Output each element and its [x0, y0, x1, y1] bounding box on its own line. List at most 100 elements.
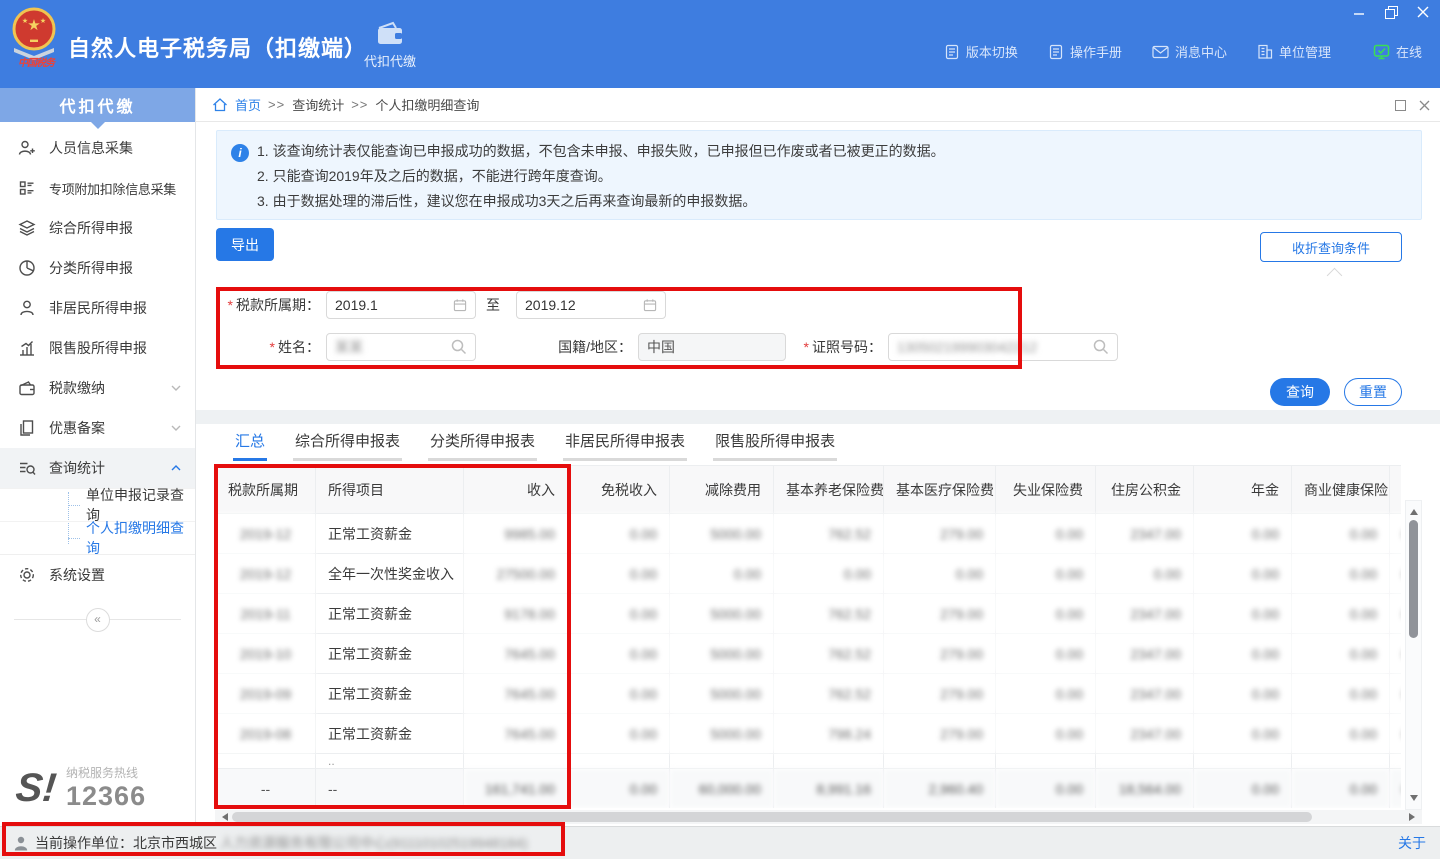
cell: 2347.00 — [1096, 514, 1194, 554]
menu-message-center[interactable]: 消息中心 — [1152, 42, 1227, 61]
tab-summary[interactable]: 汇总 — [233, 430, 267, 461]
table-row[interactable]: 2019-11正常工资薪金9178.000.005000.00762.52279… — [216, 594, 1402, 634]
column-header: 税 — [1390, 466, 1402, 514]
cell: 798.24 — [774, 714, 884, 754]
name-value-masked: 某某 — [335, 337, 451, 357]
export-button[interactable]: 导出 — [216, 228, 274, 261]
wallet-icon — [375, 21, 405, 47]
cell: 0.00 — [996, 769, 1096, 809]
menu-manual[interactable]: 操作手册 — [1048, 42, 1122, 61]
vertical-scroll-thumb[interactable] — [1409, 520, 1418, 638]
panel-maximize-icon[interactable] — [1395, 100, 1406, 111]
cell: 7645.00 — [464, 674, 568, 714]
section-divider — [196, 410, 1440, 424]
cell: -- — [316, 769, 464, 809]
sidebar-item-query-statistics[interactable]: 查询统计 — [0, 448, 195, 488]
sidebar-item-nonresident-income[interactable]: 非居民所得申报 — [0, 288, 195, 328]
cell: 279.00 — [884, 514, 996, 554]
name-label: *姓名： — [220, 337, 320, 357]
cell: 全年一次性奖金收入 — [316, 554, 464, 594]
chevron-down-icon — [171, 425, 181, 431]
panel-close-icon[interactable] — [1419, 100, 1430, 111]
cell: 7645.00 — [464, 634, 568, 674]
scroll-up-icon[interactable] — [1410, 505, 1418, 515]
sidebar-item-tax-payment[interactable]: 税款缴纳 — [0, 368, 195, 408]
table-row[interactable]: 2019-12全年一次性奖金收入27500.000.000.000.000.00… — [216, 554, 1402, 594]
cell: 0.00 — [1292, 514, 1390, 554]
calendar-icon[interactable] — [643, 298, 657, 312]
tab-nonresident-income-form[interactable]: 非居民所得申报表 — [563, 430, 687, 461]
hotline-caption: 纳税服务热线 — [66, 764, 146, 781]
notice-box: i 1. 该查询统计表仅能查询已申报成功的数据，不包含未申报、申报失败，已申报但… — [216, 130, 1422, 220]
search-button[interactable]: 查询 — [1270, 378, 1330, 406]
collapse-query-conditions-button[interactable]: 收折查询条件 — [1260, 232, 1402, 262]
breadcrumb-item: 查询统计 — [292, 95, 344, 114]
sidebar-item-personnel-info[interactable]: 人员信息采集 — [0, 128, 195, 168]
restore-button[interactable] — [1382, 4, 1400, 20]
sidebar-item-system-settings[interactable]: 系统设置 — [0, 554, 195, 595]
sidebar-subitem-unit-declaration-records[interactable]: 单位申报记录查询 — [0, 488, 195, 521]
sidebar-header: 代扣代缴 — [0, 88, 195, 122]
module-tab-label: 代扣代缴 — [364, 51, 416, 70]
table-row[interactable]: 2019-10正常工资薪金7645.000.005000.00762.52279… — [216, 634, 1402, 674]
current-unit-prefix: 北京市西城区 — [133, 833, 217, 853]
cell: 0.00 — [568, 674, 670, 714]
about-link[interactable]: 关于 — [1398, 833, 1426, 853]
menu-organization[interactable]: 单位管理 — [1257, 42, 1331, 61]
id-number-value-masked: 130502199903042212 — [897, 339, 1093, 355]
cell: 0 — [1390, 554, 1402, 594]
minimize-button[interactable] — [1350, 4, 1368, 20]
column-header: 基本医疗保险费 — [884, 466, 996, 514]
cell — [1292, 754, 1390, 769]
sidebar-item-preferential-filing[interactable]: 优惠备案 — [0, 408, 195, 448]
scroll-left-icon[interactable] — [218, 813, 228, 821]
tab-withholding-module[interactable]: 代扣代缴 — [348, 14, 432, 76]
window-controls — [1350, 4, 1432, 20]
period-to-input[interactable]: 2019.12 — [516, 291, 666, 319]
table-header-row: 税款所属期所得项目收入免税收入减除费用基本养老保险费基本医疗保险费失业保险费住房… — [216, 466, 1402, 514]
cell: 7645.00 — [464, 714, 568, 754]
tab-classified-income-form[interactable]: 分类所得申报表 — [428, 430, 537, 461]
breadcrumb-home[interactable]: 首页 — [235, 95, 261, 114]
horizontal-scrollbar[interactable] — [215, 810, 1422, 824]
cell: 2019-12 — [216, 554, 316, 594]
calendar-icon[interactable] — [453, 298, 467, 312]
sidebar-item-comprehensive-income[interactable]: 综合所得申报 — [0, 208, 195, 248]
menu-version-switch[interactable]: 版本切换 — [944, 42, 1018, 61]
current-unit-name-masked: 人力资源服务有限公司中心(91110102519948184) — [220, 833, 528, 853]
sidebar-collapse-button[interactable]: « — [86, 608, 110, 632]
tab-comprehensive-income-form[interactable]: 综合所得申报表 — [293, 430, 402, 461]
reset-button[interactable]: 重置 — [1344, 378, 1402, 406]
period-from-input[interactable]: 2019.1 — [326, 291, 476, 319]
notice-line: 1. 该查询统计表仅能查询已申报成功的数据，不包含未申报、申报失败，已申报但已作… — [257, 139, 1407, 164]
table-row[interactable]: 2019-12正常工资薪金9985.000.005000.00762.52279… — [216, 514, 1402, 554]
sidebar-item-classified-income[interactable]: 分类所得申报 — [0, 248, 195, 288]
sidebar-item-special-deduction[interactable]: 专项附加扣除信息采集 — [0, 168, 195, 208]
status-bar: 当前操作单位：北京市西城区人力资源服务有限公司中心(91110102519948… — [0, 826, 1440, 859]
horizontal-scroll-thumb[interactable] — [232, 812, 1312, 822]
online-status[interactable]: 在线 — [1373, 42, 1422, 61]
sidebar-item-restricted-shares[interactable]: 限售股所得申报 — [0, 328, 195, 368]
totals-row[interactable]: ----161,741.000.0060,000.008,991.162,960… — [216, 769, 1402, 809]
scroll-down-icon[interactable] — [1410, 795, 1418, 805]
table-row[interactable]: 2019-09正常工资薪金7645.000.005000.00762.52279… — [216, 674, 1402, 714]
close-button[interactable] — [1414, 4, 1432, 20]
search-icon[interactable] — [1093, 339, 1109, 355]
sidebar-subitem-personal-withholding-detail[interactable]: 个人扣缴明细查询 — [0, 521, 195, 554]
china-tax-emblem: ★ ★ ★ ▬ 中国税务 — [8, 6, 64, 82]
cell: .. — [316, 754, 464, 769]
notice-line: 3. 由于数据处理的滞后性，建议您在申报成功3天之后再来查询最新的申报数据。 — [257, 189, 1407, 214]
layers-icon — [18, 219, 36, 237]
person-icon — [18, 299, 36, 317]
cell — [774, 754, 884, 769]
vertical-scrollbar[interactable] — [1405, 500, 1422, 810]
table-row[interactable]: 2019-08正常工资薪金7645.000.005000.00798.24279… — [216, 714, 1402, 754]
emblem-caption: 中国税务 — [8, 54, 64, 69]
id-number-input[interactable]: 130502199903042212 — [888, 333, 1118, 361]
scroll-right-icon[interactable] — [1409, 813, 1419, 821]
name-input[interactable]: 某某 — [326, 333, 476, 361]
tab-restricted-shares-form[interactable]: 限售股所得申报表 — [713, 430, 837, 461]
cell: 0.00 — [996, 634, 1096, 674]
search-icon[interactable] — [451, 339, 467, 355]
cell: 762.52 — [774, 514, 884, 554]
